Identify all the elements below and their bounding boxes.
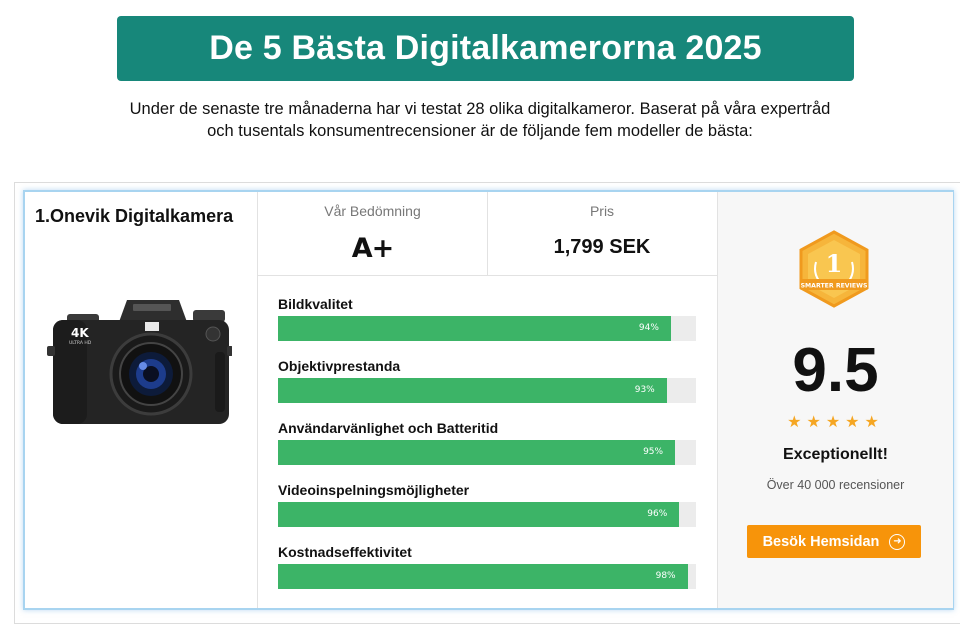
progress-fill: 98% <box>278 564 688 589</box>
progress-percent: 98% <box>655 571 676 581</box>
progress-percent: 93% <box>634 385 655 395</box>
criteria-label: Videoinspelningsmöjligheter <box>278 482 470 498</box>
svg-text:4K: 4K <box>71 326 89 340</box>
svg-text:SMARTER REVIEWS: SMARTER REVIEWS <box>801 283 868 290</box>
criteria-label: Användarvänlighet och Batteritid <box>278 420 499 436</box>
award-badge-icon: 1 SMARTER REVIEWS <box>799 230 869 308</box>
arrow-right-circle-icon: ➜ <box>889 533 906 550</box>
criteria-bars: Bildkvalitet 94% Objektivprestanda 93% A… <box>278 296 696 606</box>
criteria-row: Bildkvalitet 94% <box>278 296 696 358</box>
criteria-row: Videoinspelningsmöjligheter 96% <box>278 482 696 544</box>
criteria-row: Användarvänlighet och Batteritid 95% <box>278 420 696 482</box>
progress-fill: 94% <box>278 316 671 341</box>
product-card: 1.Onevik Digitalkamera 4K ULTRA HD Vår B… <box>23 190 954 610</box>
svg-text:1: 1 <box>826 249 843 278</box>
svg-text:ULTRA HD: ULTRA HD <box>69 340 92 346</box>
progress-fill: 95% <box>278 440 676 465</box>
visit-site-button[interactable]: Besök Hemsidan ➜ <box>747 525 921 558</box>
price-cell: Pris 1,799 SEK <box>487 192 717 276</box>
star-rating-icon: ★★★★★ <box>787 414 884 431</box>
rating-grade: A+ <box>351 233 395 264</box>
intro-line-1: Under de senaste tre månaderna har vi te… <box>129 100 831 118</box>
overall-score: 9.5 <box>792 336 879 405</box>
criteria-row: Objektivprestanda 93% <box>278 358 696 420</box>
intro-line-2: och tusentals konsumentrecensioner är de… <box>207 122 753 140</box>
progress-fill: 93% <box>278 378 667 403</box>
camera-photo-icon[interactable]: 4K ULTRA HD <box>47 292 232 427</box>
page-title: De 5 Bästa Digitalkamerorna 2025 <box>209 29 762 67</box>
product-name[interactable]: 1.Onevik Digitalkamera <box>35 206 233 227</box>
progress-percent: 95% <box>643 447 664 457</box>
product-column: 1.Onevik Digitalkamera 4K ULTRA HD <box>25 192 258 608</box>
progress-percent: 96% <box>647 509 668 519</box>
criteria-label: Bildkvalitet <box>278 296 353 312</box>
price-label: Pris <box>589 203 615 219</box>
rating-cell: Vår Bedömning A+ <box>258 192 488 276</box>
hero-banner: De 5 Bästa Digitalkamerorna 2025 <box>117 16 854 81</box>
progress-fill: 96% <box>278 502 680 527</box>
price-value: 1,799 SEK <box>553 236 651 258</box>
progress-track: 95% <box>278 440 696 465</box>
criteria-label: Kostnadseffektivitet <box>278 544 412 560</box>
visit-site-label: Besök Hemsidan <box>762 533 880 550</box>
intro-text: Under de senaste tre månaderna har vi te… <box>80 98 880 142</box>
progress-track: 98% <box>278 564 696 589</box>
progress-track: 96% <box>278 502 696 527</box>
progress-track: 94% <box>278 316 696 341</box>
verdict-text: Exceptionellt! <box>783 446 888 463</box>
progress-percent: 94% <box>638 323 659 333</box>
review-count: Över 40 000 recensioner <box>766 478 905 492</box>
rating-label: Vår Bedömning <box>324 203 421 219</box>
rating-details-column: Vår Bedömning A+ Pris 1,799 SEK Bildkval… <box>258 192 717 608</box>
progress-track: 93% <box>278 378 696 403</box>
score-column: 1 SMARTER REVIEWS 9.5 ★★★★★ Exceptionell… <box>717 192 953 608</box>
criteria-label: Objektivprestanda <box>278 358 401 374</box>
criteria-row: Kostnadseffektivitet 98% <box>278 544 696 606</box>
